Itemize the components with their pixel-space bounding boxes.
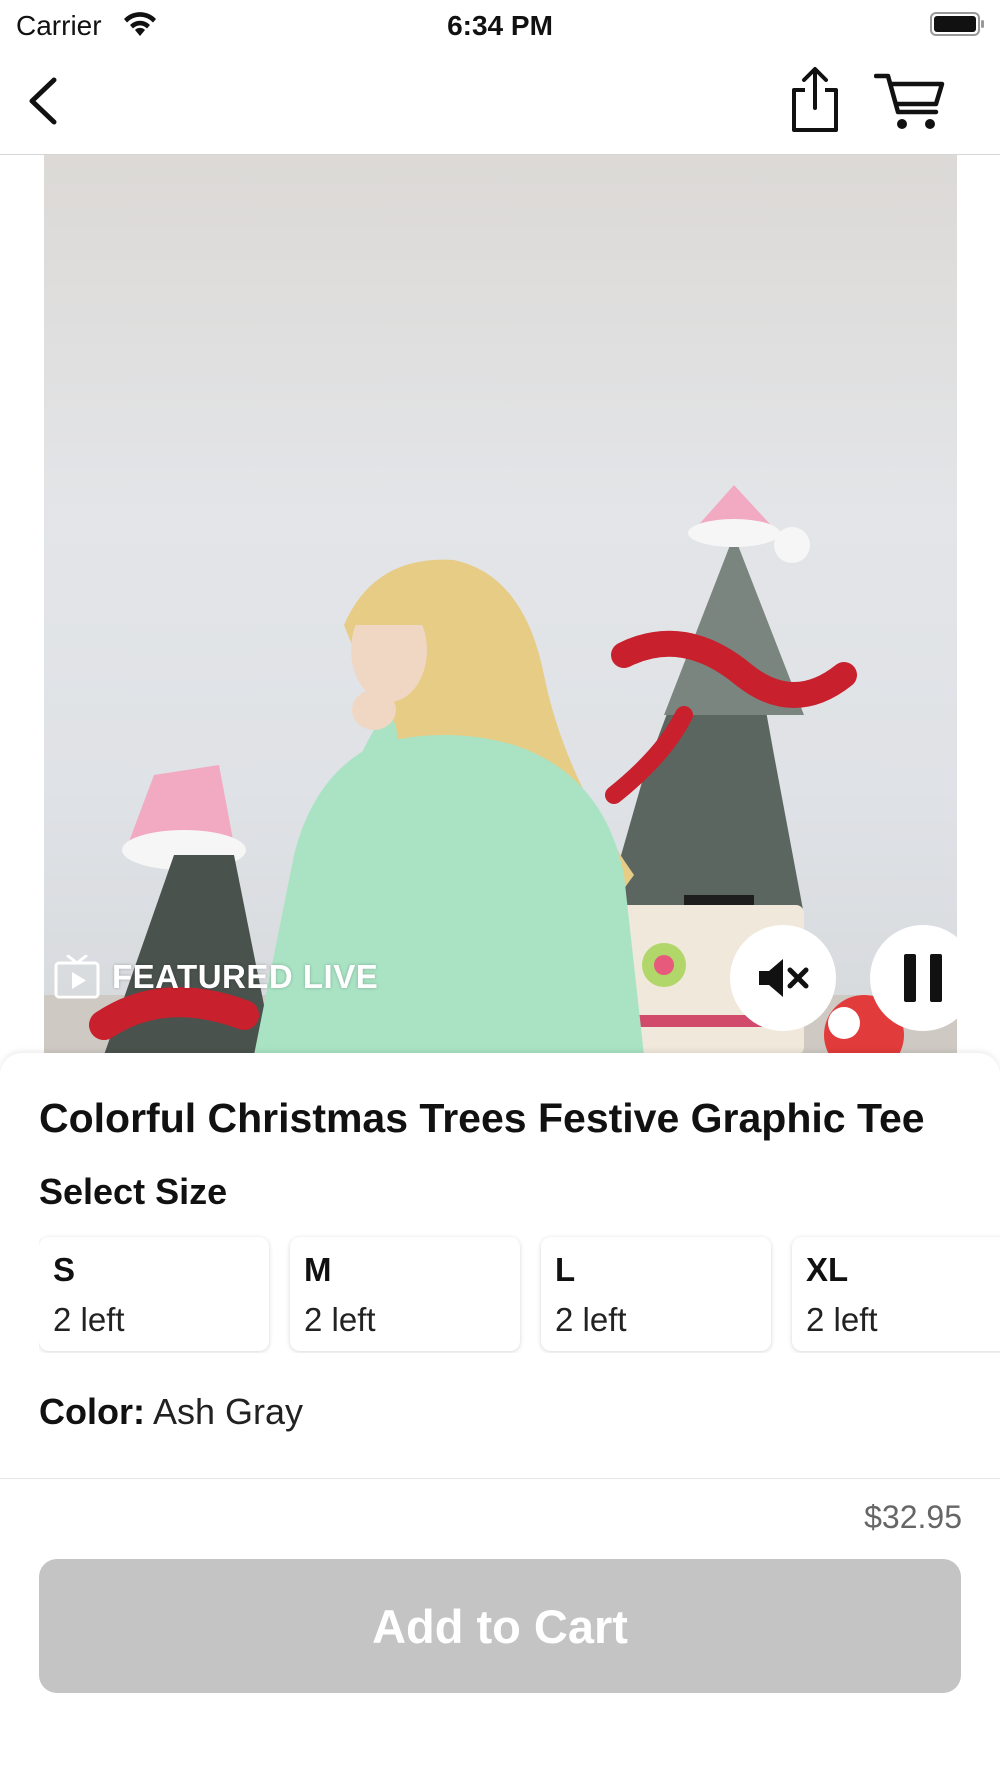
video-frame xyxy=(44,485,957,1055)
status-bar: Carrier 6:34 PM xyxy=(0,0,1000,50)
christmas-tree-left xyxy=(89,765,274,1055)
size-option-s[interactable]: S 2 left xyxy=(39,1237,269,1351)
featured-live-label: FEATURED LIVE xyxy=(112,958,379,995)
navigation-bar xyxy=(0,50,1000,155)
color-value: Ash Gray xyxy=(153,1391,304,1432)
size-heading: Select Size xyxy=(39,1171,228,1212)
size-selector: S 2 left M 2 left L 2 left XL 2 left xyxy=(39,1233,1000,1353)
tv-icon xyxy=(54,955,100,999)
size-stock: 2 left xyxy=(53,1301,125,1338)
color-label: Color: xyxy=(39,1391,145,1432)
cart-icon[interactable] xyxy=(874,70,946,134)
size-stock: 2 left xyxy=(555,1301,627,1338)
back-chevron-icon[interactable] xyxy=(24,72,64,130)
size-option-m[interactable]: M 2 left xyxy=(290,1237,520,1351)
speaker-muted-icon xyxy=(759,959,809,997)
mute-button[interactable] xyxy=(730,925,836,1031)
share-icon[interactable] xyxy=(786,66,844,134)
live-video-player[interactable]: FEATURED LIVE xyxy=(44,155,957,1055)
pause-icon xyxy=(904,954,942,1002)
price: $32.95 xyxy=(864,1499,962,1535)
size-stock: 2 left xyxy=(806,1301,878,1338)
size-name: M xyxy=(304,1251,332,1288)
size-name: XL xyxy=(806,1251,849,1288)
battery-icon xyxy=(930,12,984,36)
product-details-sheet: Colorful Christmas Trees Festive Graphic… xyxy=(0,1053,1000,1478)
clock: 6:34 PM xyxy=(447,10,553,41)
christmas-tree-right xyxy=(604,485,857,935)
product-title: Colorful Christmas Trees Festive Graphic… xyxy=(39,1095,925,1141)
size-option-l[interactable]: L 2 left xyxy=(541,1237,771,1351)
size-name: S xyxy=(53,1251,76,1288)
size-name: L xyxy=(555,1251,576,1288)
color-row: Color: Ash Gray xyxy=(39,1391,303,1433)
purchase-footer: $32.95 Add to Cart xyxy=(0,1478,1000,1779)
size-option-xl[interactable]: XL 2 left xyxy=(792,1237,1000,1351)
add-to-cart-button[interactable]: Add to Cart xyxy=(39,1559,961,1693)
featured-live-badge: FEATURED LIVE xyxy=(54,955,378,999)
size-stock: 2 left xyxy=(304,1301,376,1338)
